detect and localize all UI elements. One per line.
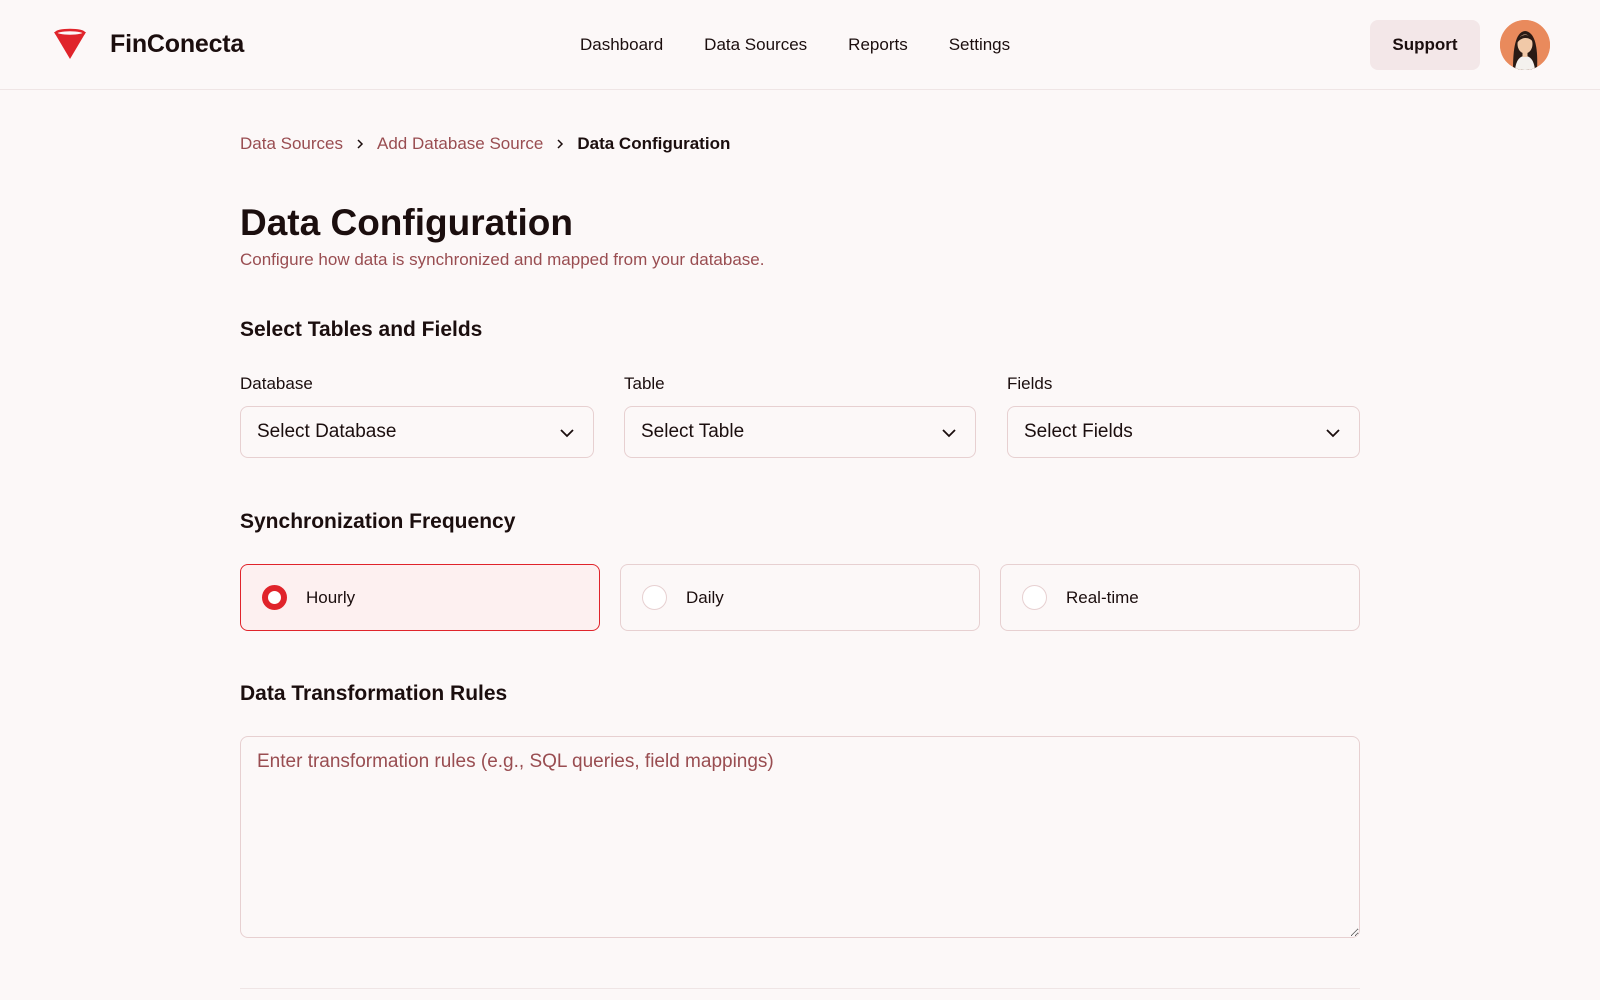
fields-select[interactable]: Select Fields [1007,406,1360,458]
page-subtitle: Configure how data is synchronized and m… [240,250,765,269]
breadcrumb-current: Data Configuration [577,134,731,153]
sync-option-label: Real-time [1066,587,1139,607]
radio-button[interactable] [642,585,667,610]
fields-select-value: Select Fields [1024,421,1133,442]
funnel-logo-icon [54,28,86,59]
fields-label: Fields [1007,374,1053,393]
brand[interactable]: FinConecta [52,26,244,62]
sync-option-label: Hourly [306,587,356,607]
sync-option-label: Daily [686,587,724,607]
radio-button[interactable] [1022,585,1047,610]
main-nav: Dashboard Data Sources Reports Settings [580,33,1051,57]
chevron-down-icon [560,429,574,438]
section-divider [240,988,1360,989]
sync-option-real-time[interactable]: Real-time [1000,564,1360,631]
nav-item-data-sources[interactable]: Data Sources [704,33,807,57]
table-select[interactable]: Select Table [624,406,976,458]
section-title-tables: Select Tables and Fields [240,318,483,341]
nav-item-dashboard[interactable]: Dashboard [580,33,663,57]
user-avatar[interactable] [1500,20,1550,70]
page-title: Data Configuration [240,202,573,243]
radio-button-selected[interactable] [262,585,287,610]
nav-item-reports[interactable]: Reports [848,33,908,57]
support-button[interactable]: Support [1370,20,1480,70]
breadcrumb-add-database-source[interactable]: Add Database Source [377,134,543,154]
sync-option-hourly[interactable]: Hourly [240,564,600,631]
section-title-sync: Synchronization Frequency [240,510,516,533]
transformation-rules-textarea[interactable] [240,736,1360,938]
section-title-rules: Data Transformation Rules [240,682,508,705]
chevron-right-icon [557,139,564,149]
nav-item-settings[interactable]: Settings [949,33,1010,57]
breadcrumb: Data Sources Add Database Source Data Co… [240,134,730,154]
brand-name: FinConecta [110,29,245,58]
top-navigation-bar: FinConecta Dashboard Data Sources Report… [0,0,1600,90]
chevron-down-icon [942,429,956,438]
database-select-value: Select Database [257,421,397,442]
database-select[interactable]: Select Database [240,406,594,458]
database-label: Database [240,374,313,393]
breadcrumb-data-sources[interactable]: Data Sources [240,134,343,154]
avatar-portrait-icon [1500,20,1550,70]
chevron-right-icon [357,139,364,149]
chevron-down-icon [1326,429,1340,438]
table-label: Table [624,374,665,393]
table-select-value: Select Table [641,421,745,442]
sync-option-daily[interactable]: Daily [620,564,980,631]
